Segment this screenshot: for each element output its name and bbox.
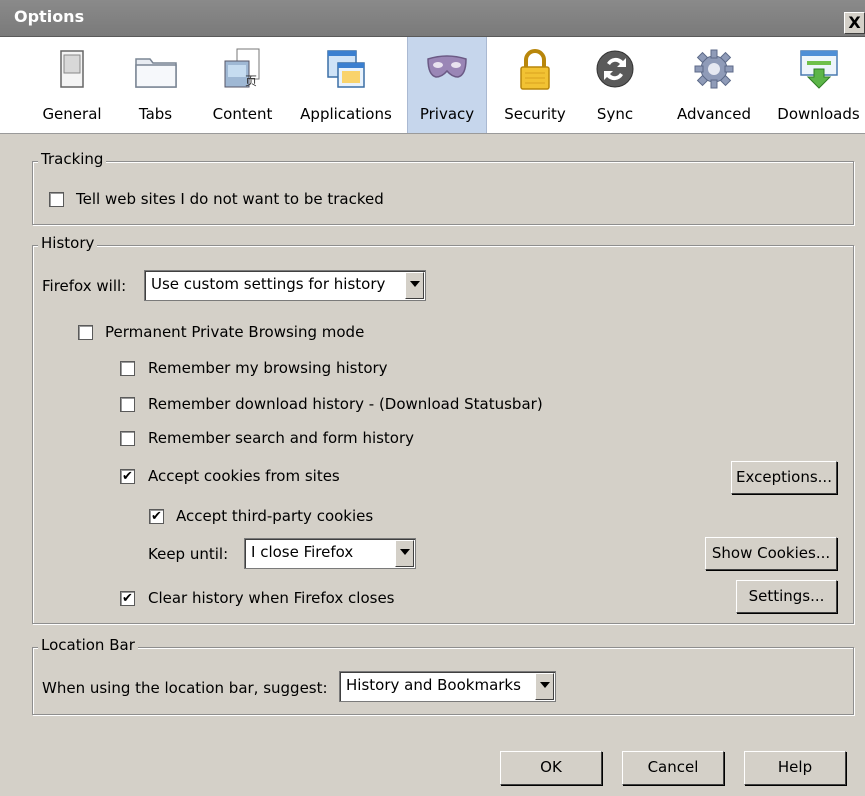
history-mode-select[interactable]: Use custom settings for history xyxy=(144,270,426,301)
check-icon: ✔ xyxy=(122,469,133,484)
remember-download-checkbox[interactable] xyxy=(120,397,135,412)
tab-security[interactable]: Security xyxy=(494,37,576,133)
keep-until-label: Keep until: xyxy=(148,545,229,563)
help-button-label: Help xyxy=(777,758,813,776)
history-mode-value: Use custom settings for history xyxy=(151,275,386,293)
svg-text:页: 页 xyxy=(245,74,257,88)
keep-until-select[interactable]: I close Firefox xyxy=(244,538,416,569)
suggest-label: When using the location bar, suggest: xyxy=(42,679,328,697)
do-not-track-checkbox[interactable] xyxy=(49,192,64,207)
remember-search-label[interactable]: Remember search and form history xyxy=(148,429,414,447)
downloads-icon xyxy=(799,50,838,89)
close-button[interactable]: X xyxy=(844,12,865,34)
chevron-down-icon[interactable] xyxy=(405,272,424,299)
tab-label: Downloads xyxy=(777,105,860,123)
tab-label: Content xyxy=(212,105,273,123)
keep-until-value: I close Firefox xyxy=(251,543,354,561)
show-cookies-button-label: Show Cookies... xyxy=(711,544,831,562)
tab-label: Advanced xyxy=(676,105,752,123)
clear-history-checkbox[interactable]: ✔ xyxy=(120,591,135,606)
private-browsing-checkbox[interactable] xyxy=(78,325,93,340)
remember-browsing-checkbox[interactable] xyxy=(120,361,135,376)
tab-label: Sync xyxy=(596,105,634,123)
cancel-button[interactable]: Cancel xyxy=(622,751,724,785)
padlock-icon xyxy=(520,49,550,90)
tracking-legend: Tracking xyxy=(38,150,107,168)
applications-icon xyxy=(327,50,365,88)
help-button[interactable]: Help xyxy=(744,751,846,785)
suggest-select[interactable]: History and Bookmarks xyxy=(339,671,556,702)
do-not-track-label[interactable]: Tell web sites I do not want to be track… xyxy=(76,190,384,208)
firefox-will-label: Firefox will: xyxy=(42,277,127,295)
gear-icon xyxy=(694,49,734,89)
location-bar-legend: Location Bar xyxy=(38,636,138,654)
accept-third-party-label[interactable]: Accept third-party cookies xyxy=(176,507,373,525)
tab-advanced[interactable]: Advanced xyxy=(664,37,764,133)
privacy-mask-icon xyxy=(427,55,467,78)
tab-label: Applications xyxy=(300,105,392,123)
close-icon: X xyxy=(848,13,861,32)
check-icon: ✔ xyxy=(151,509,162,524)
chevron-down-icon[interactable] xyxy=(535,673,554,700)
suggest-value: History and Bookmarks xyxy=(346,676,521,694)
general-switch-icon xyxy=(60,50,84,88)
window-title: Options xyxy=(14,7,85,26)
clear-history-label[interactable]: Clear history when Firefox closes xyxy=(148,589,395,607)
tab-content[interactable]: 页 Content xyxy=(200,37,285,133)
remember-download-label[interactable]: Remember download history - (Download St… xyxy=(148,395,543,413)
cancel-button-label: Cancel xyxy=(647,758,699,776)
content-icon: 页 xyxy=(224,48,259,88)
tab-applications[interactable]: Applications xyxy=(292,37,400,133)
exceptions-button-label: Exceptions... xyxy=(736,468,832,486)
settings-button-label: Settings... xyxy=(748,587,825,605)
tab-label: Tabs xyxy=(138,105,173,123)
private-browsing-label[interactable]: Permanent Private Browsing mode xyxy=(105,323,364,341)
tabs-folder-icon xyxy=(134,58,177,88)
accept-cookies-checkbox[interactable]: ✔ xyxy=(120,469,135,484)
tab-sync[interactable]: Sync xyxy=(582,37,648,133)
title-bar[interactable]: Options X xyxy=(0,0,865,37)
tab-label: Privacy xyxy=(419,105,475,123)
tab-privacy[interactable]: Privacy xyxy=(407,37,487,133)
show-cookies-button[interactable]: Show Cookies... xyxy=(705,537,837,570)
ok-button-label: OK xyxy=(540,758,562,776)
history-legend: History xyxy=(38,234,98,252)
ok-button[interactable]: OK xyxy=(500,751,602,785)
accept-third-party-checkbox[interactable]: ✔ xyxy=(149,509,164,524)
tab-label: Security xyxy=(504,105,566,123)
chevron-down-icon[interactable] xyxy=(395,540,414,567)
tab-general[interactable]: General xyxy=(32,37,112,133)
remember-browsing-label[interactable]: Remember my browsing history xyxy=(148,359,388,377)
settings-button[interactable]: Settings... xyxy=(736,580,837,613)
tab-tabs[interactable]: Tabs xyxy=(118,37,193,133)
sync-icon xyxy=(596,50,634,88)
pane-toolbar: General Tabs 页 Content Applications Priv… xyxy=(0,37,865,134)
accept-cookies-label[interactable]: Accept cookies from sites xyxy=(148,467,340,485)
check-icon: ✔ xyxy=(122,591,133,606)
exceptions-button[interactable]: Exceptions... xyxy=(731,461,837,494)
remember-search-checkbox[interactable] xyxy=(120,431,135,446)
tab-downloads[interactable]: Downloads xyxy=(772,37,865,133)
tab-label: General xyxy=(42,105,102,123)
